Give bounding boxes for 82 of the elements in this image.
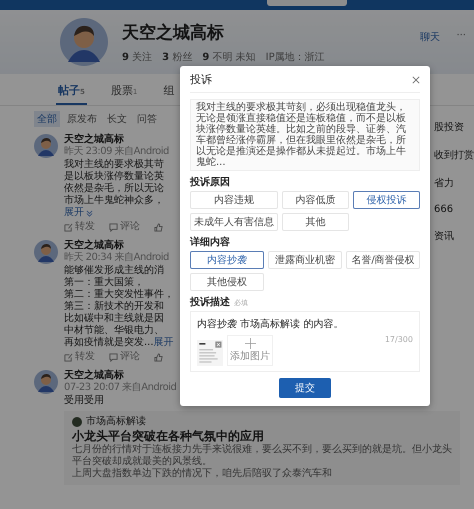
detail-option[interactable]: 其他侵权 <box>190 273 264 291</box>
post-meta: 昨天 23:09 来自Android <box>64 146 169 158</box>
quoted-post-text: 七月份的行情对于连板接力先手来说很难，要么买不到，要么买到的就是坑。但小龙头 <box>72 444 452 456</box>
search-field[interactable] <box>267 0 347 6</box>
quoted-post-card[interactable]: 市场高标解读 小龙头平台突破在各种气氛中的应用 七月份的行情对于连板接力先手来说很难，要么买不到，要么买到的就是坑。但小龙头 平台突破却成就最美的风景线。 上周大盘指数单边下跌的情况下，咱先后陪驭了众泰汽车和 <box>64 411 460 485</box>
post-action[interactable]: 评论 <box>109 351 140 363</box>
profile-name: 天空之城高标 <box>122 22 225 44</box>
share-icon <box>64 352 73 362</box>
post-text: 是以板块涨停数量论英 <box>64 171 164 182</box>
post-text: 第二：重大突发性事件， <box>64 289 174 300</box>
profile-stat[interactable]: 3 粉丝 <box>162 50 192 64</box>
sidebar-text: 省力 <box>434 176 455 190</box>
comment-icon <box>109 222 118 232</box>
post-action[interactable]: 转发 <box>64 221 95 233</box>
section-heading: 投诉原因 <box>190 176 231 189</box>
plus-icon <box>244 338 256 349</box>
character-counter: 17/300 <box>384 335 413 344</box>
ip-location: IP属地：浙江 <box>266 50 325 64</box>
comment-icon <box>109 352 118 362</box>
image-thumbnail-drawing <box>197 340 223 366</box>
quoted-post-text: 平台突破却成就最美的风景线。 <box>72 456 213 468</box>
description-text: 内容抄袭 市场高标解读 的内容。 <box>197 318 344 331</box>
filter-tab[interactable]: 问答 <box>134 111 160 127</box>
post-text: 我对主线的要求极其苛 <box>64 159 164 170</box>
post-meta: 昨天 20:34 来自Android <box>64 252 169 264</box>
sidebar-text: 收到打赏 <box>434 148 474 162</box>
avatar <box>34 134 58 158</box>
profile-stat[interactable]: 9 关注 <box>122 50 152 64</box>
author-name[interactable]: 天空之城高标 <box>64 240 124 252</box>
post-text: 市场上牛鬼蛇神众多， <box>64 195 164 207</box>
detail-option[interactable]: 内容抄袭 <box>190 251 264 269</box>
source-name: 市场高标解读 <box>86 416 146 428</box>
reason-option[interactable]: 未成年人有害信息 <box>190 213 278 231</box>
reason-option[interactable]: 侵权投诉 <box>353 191 420 209</box>
expand-link[interactable]: 展开 <box>64 207 93 219</box>
post-text: 受用受用 <box>64 395 104 407</box>
source-avatar <box>72 417 82 427</box>
section-heading: 投诉描述 <box>190 296 230 309</box>
like-icon[interactable] <box>154 352 163 362</box>
post-text: 能够催发形成主线的消 <box>64 265 164 276</box>
author-name[interactable]: 天空之城高标 <box>64 370 124 382</box>
more-button[interactable]: ··· <box>456 30 466 41</box>
reason-option[interactable]: 内容违规 <box>190 191 278 209</box>
avatar <box>34 240 58 264</box>
post-action[interactable]: 评论 <box>109 221 140 233</box>
post-meta: 07-23 20:07 来自Android <box>64 382 176 394</box>
submit-button[interactable]: 提交 <box>279 378 331 398</box>
post-text: 比如碳中和主线就是因 <box>64 313 164 324</box>
author-name[interactable]: 天空之城高标 <box>64 134 124 146</box>
close-icon[interactable] <box>412 76 420 84</box>
description-field[interactable]: 内容抄袭 市场高标解读 的内容。 添加图片 17/300 <box>190 311 420 372</box>
post-action[interactable]: 转发 <box>64 351 95 363</box>
filter-tab[interactable]: 原发布 <box>64 111 100 127</box>
profile-stat[interactable]: 9 不明 未知 <box>202 50 256 64</box>
detail-option[interactable]: 泄露商业机密 <box>268 251 342 269</box>
quoted-post-text: 上周大盘指数单边下跌的情况下，咱先后陪驭了众泰汽车和 <box>72 468 333 480</box>
detail-option[interactable]: 名誉/商誉侵权 <box>346 251 420 269</box>
sidebar-text: 股投资 <box>434 120 465 134</box>
reason-option[interactable]: 其他 <box>282 213 349 231</box>
chat-link[interactable]: 聊天 <box>420 30 440 44</box>
post-text: 再如疫情就是突发... <box>64 337 154 348</box>
avatar <box>34 370 58 394</box>
like-icon[interactable] <box>154 222 163 232</box>
post-text: 中材节能、华银电力、 <box>64 325 164 336</box>
sidebar-text: 资讯 <box>434 230 455 243</box>
post-text: 依然是杂毛，所以无论 <box>64 183 164 194</box>
sidebar-text: 666 <box>434 204 454 215</box>
dialog-title: 投诉 <box>190 72 212 87</box>
section-heading: 详细内容 <box>190 235 231 249</box>
avatar <box>60 18 108 66</box>
filter-tab[interactable]: 长文 <box>104 111 130 127</box>
expand-link[interactable]: 展开 <box>154 337 174 349</box>
filter-tab[interactable]: 全部 <box>34 111 60 127</box>
add-image-button[interactable]: 添加图片 <box>227 335 273 366</box>
quoted-post-title: 小龙头平台突破在各种气氛中的应用 <box>72 428 265 444</box>
share-icon <box>64 222 73 232</box>
chevron-icon <box>86 210 93 216</box>
post-text: 第一：重大国策， <box>64 277 144 288</box>
reason-option[interactable]: 内容低质 <box>282 191 349 209</box>
quoted-content: 我对主线的要求极其苛刻，必须出现稳值龙头，无论是领涨直接稳值还是连板稳值，而不是以板块涨停数量论英雄。比如之前的段导、证券、汽车都曾经涨停霸屏，但在我眼里依然是杂毛，所以无论是推演还是操作都从未提起过。市场上牛鬼蛇... <box>190 99 420 171</box>
profile-tab[interactable]: 组 <box>161 80 176 105</box>
post-text: 第三：新技术的开发和 <box>64 301 164 312</box>
